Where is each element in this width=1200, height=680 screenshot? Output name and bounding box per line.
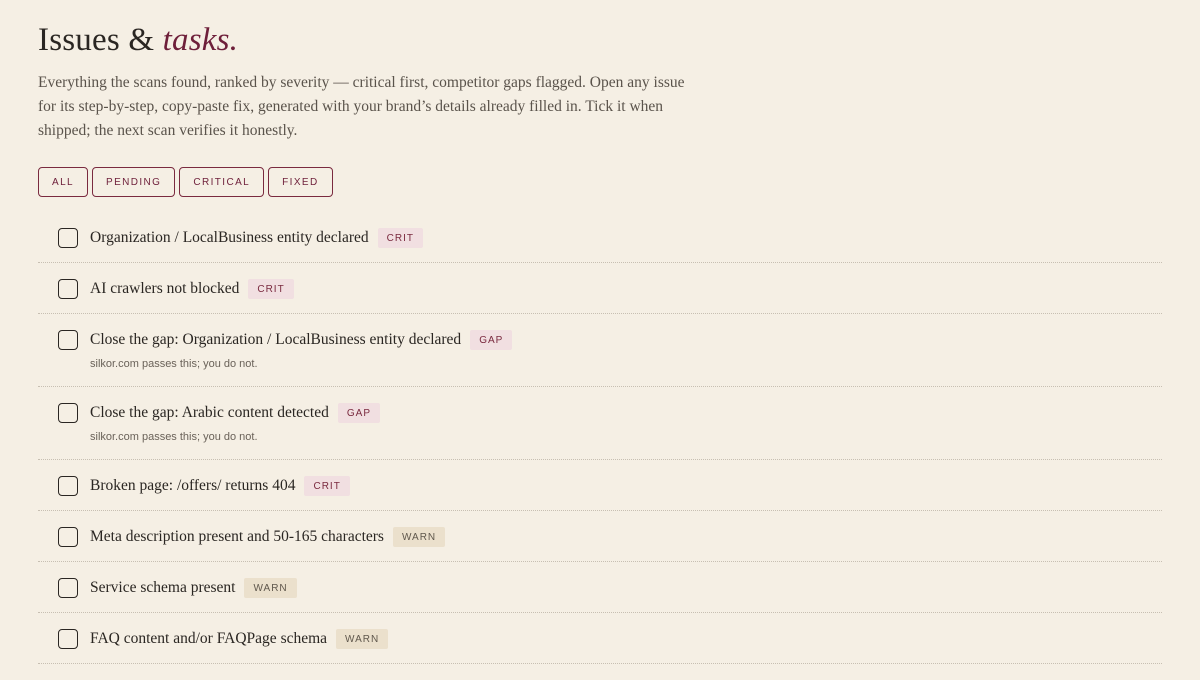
issue-checkbox[interactable] — [58, 330, 78, 350]
issue-title: Meta description present and 50-165 char… — [90, 528, 384, 545]
severity-badge: WARN — [336, 629, 389, 649]
severity-badge: CRIT — [304, 476, 350, 496]
issue-checkbox[interactable] — [58, 578, 78, 598]
issue-row[interactable]: Close the gap: Organization / LocalBusin… — [38, 314, 1162, 387]
issue-title: FAQ content and/or FAQPage schema — [90, 630, 328, 647]
severity-badge: WARN — [392, 527, 446, 547]
issue-title: Broken page: /offers/ returns 404 — [90, 477, 296, 494]
issue-title: AI crawlers not blocked — [90, 280, 240, 297]
issue-row[interactable]: Organization / LocalBusiness entity decl… — [38, 212, 1162, 263]
page-intro: Everything the scans found, ranked by se… — [38, 74, 685, 139]
page-title-main: Issues & — [38, 22, 155, 58]
severity-badge: GAP — [470, 330, 513, 350]
issue-note: silkor.com passes this; you do not. — [90, 358, 258, 370]
issue-row[interactable]: AI crawlers not blocked CRIT — [38, 263, 1162, 314]
filter-all-button[interactable]: ALL — [38, 167, 88, 197]
severity-badge: CRIT — [377, 228, 423, 248]
issue-row[interactable]: Service schema present WARN — [38, 562, 1162, 613]
issue-row[interactable]: Close the gap: Arabic content detected G… — [38, 387, 1162, 460]
issue-checkbox[interactable] — [58, 279, 78, 299]
page-title: Issues & tasks. — [38, 20, 238, 60]
filter-fixed-button[interactable]: FIXED — [268, 167, 333, 197]
issue-checkbox[interactable] — [58, 403, 78, 423]
issue-row[interactable]: Broken page: /offers/ returns 404 CRIT — [38, 460, 1162, 511]
issue-note: silkor.com passes this; you do not. — [90, 431, 258, 443]
issue-title: Close the gap: Arabic content detected — [90, 404, 329, 421]
severity-badge: GAP — [337, 403, 380, 423]
issue-row[interactable]: Meta description present and 50-165 char… — [38, 511, 1162, 562]
issue-title: Organization / LocalBusiness entity decl… — [90, 229, 369, 246]
issue-checkbox[interactable] — [58, 228, 78, 248]
page-title-accent: tasks. — [162, 22, 239, 58]
filter-pending-button[interactable]: PENDING — [92, 167, 176, 197]
severity-badge: WARN — [244, 578, 297, 598]
issue-title: Service schema present — [90, 579, 236, 596]
issue-checkbox[interactable] — [58, 527, 78, 547]
issue-row[interactable]: FAQ content and/or FAQPage schema WARN — [38, 613, 1162, 664]
issue-list: Organization / LocalBusiness entity decl… — [38, 212, 1162, 664]
severity-badge: CRIT — [248, 279, 294, 299]
issue-title: Close the gap: Organization / LocalBusin… — [90, 331, 462, 348]
filter-bar: ALL PENDING CRITICAL FIXED — [38, 167, 333, 197]
filter-critical-button[interactable]: CRITICAL — [179, 167, 265, 197]
issue-checkbox[interactable] — [58, 476, 78, 496]
issue-checkbox[interactable] — [58, 629, 78, 649]
